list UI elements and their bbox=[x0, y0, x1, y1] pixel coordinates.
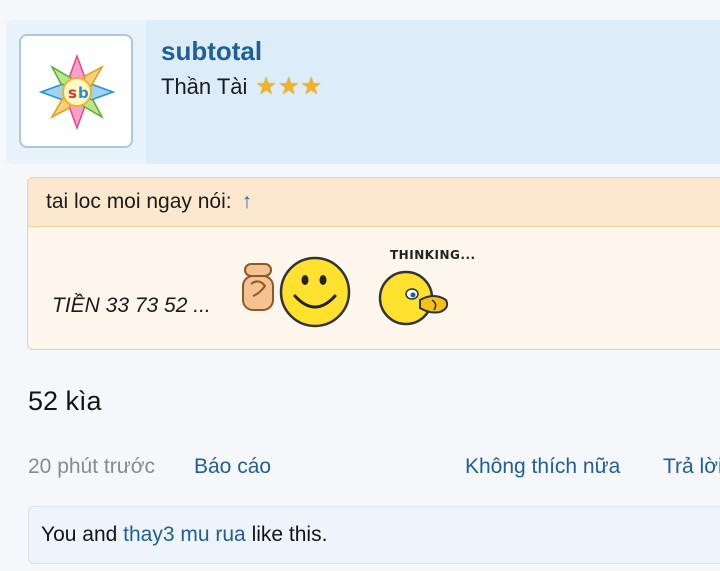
likes-prefix: You and bbox=[41, 523, 118, 546]
pointing-smiley-icon bbox=[242, 256, 351, 328]
svg-text:b: b bbox=[78, 84, 89, 102]
go-to-quote-arrow-icon[interactable]: ↑ bbox=[242, 190, 253, 214]
thinking-smiley-icon bbox=[378, 270, 449, 326]
likes-suffix: like this. bbox=[251, 523, 328, 546]
quote-text: TIỀN 33 73 52 ... bbox=[52, 294, 211, 317]
username-link[interactable]: subtotal bbox=[161, 36, 262, 67]
sb-flower-logo-icon: s b bbox=[39, 54, 115, 130]
rank-stars: ★ ★ ★ bbox=[255, 75, 322, 99]
quote-block: tai loc moi ngay nói: ↑ TIỀN 33 73 52 ..… bbox=[27, 177, 720, 350]
star-icon: ★ bbox=[277, 73, 300, 100]
user-rank-label: Thần Tài bbox=[161, 74, 248, 99]
star-icon: ★ bbox=[300, 73, 322, 100]
svg-text:s: s bbox=[68, 84, 77, 102]
report-link[interactable]: Báo cáo bbox=[194, 455, 271, 479]
quote-author: tai loc moi ngay nói: bbox=[46, 190, 232, 213]
post-message: 52 kìa bbox=[28, 386, 102, 416]
user-title: Thần Tài ★ ★ ★ bbox=[161, 74, 322, 100]
reply-link[interactable]: Trả lời bbox=[663, 455, 720, 479]
thinking-caption: THINKING... bbox=[390, 248, 476, 262]
post-timestamp[interactable]: 20 phút trước bbox=[28, 455, 155, 479]
unlike-link[interactable]: Không thích nữa bbox=[465, 455, 620, 479]
likes-summary: You and thay3 mu rua like this. bbox=[28, 506, 720, 564]
star-icon: ★ bbox=[255, 73, 277, 100]
avatar[interactable]: s b bbox=[19, 34, 133, 148]
liker-link[interactable]: thay3 mu rua bbox=[123, 523, 246, 547]
quote-header: tai loc moi ngay nói: ↑ bbox=[28, 178, 720, 227]
